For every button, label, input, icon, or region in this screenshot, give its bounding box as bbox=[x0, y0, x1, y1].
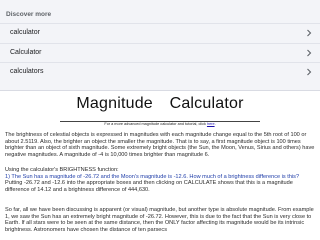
discover-item-label: Calculator bbox=[10, 49, 42, 56]
title-word-calculator: Calculator bbox=[169, 95, 244, 112]
brightness-question: 1) The Sun has a magnitude of -26.72 and… bbox=[5, 173, 300, 180]
absolute-magnitude-paragraph: So far, all we have been discussing is a… bbox=[5, 207, 314, 233]
page-title: Magnitude Calculator bbox=[60, 95, 260, 122]
discover-item-calculators[interactable]: calculators bbox=[0, 62, 320, 83]
chevron-right-icon bbox=[307, 29, 312, 37]
subline-suffix: . bbox=[214, 122, 216, 126]
discover-item-calculator-capitalized[interactable]: Calculator bbox=[0, 43, 320, 64]
discover-more-title: Discover more bbox=[6, 11, 52, 18]
subline-prefix: For a more advanced magnitude calculator… bbox=[104, 122, 207, 126]
discover-item-calculator[interactable]: calculator bbox=[0, 23, 320, 44]
discover-item-label: calculator bbox=[10, 29, 40, 36]
brightness-example: Using the calculator's BRIGHTNESS functi… bbox=[5, 167, 315, 193]
chevron-right-icon bbox=[307, 49, 312, 57]
advanced-calculator-note: For a more advanced magnitude calculator… bbox=[0, 122, 320, 126]
discover-item-label: calculators bbox=[10, 68, 44, 75]
title-word-magnitude: Magnitude bbox=[76, 95, 153, 112]
brightness-intro: Using the calculator's BRIGHTNESS functi… bbox=[5, 167, 119, 173]
intro-paragraph: The brightness of celestial objects is e… bbox=[5, 132, 315, 158]
discover-more-panel: Discover more calculator Calculator calc… bbox=[0, 0, 320, 91]
advanced-calculator-link[interactable]: here bbox=[207, 122, 215, 126]
brightness-answer: Putting -26.72 and -12.6 into the approp… bbox=[5, 180, 293, 193]
chevron-right-icon bbox=[307, 68, 312, 76]
